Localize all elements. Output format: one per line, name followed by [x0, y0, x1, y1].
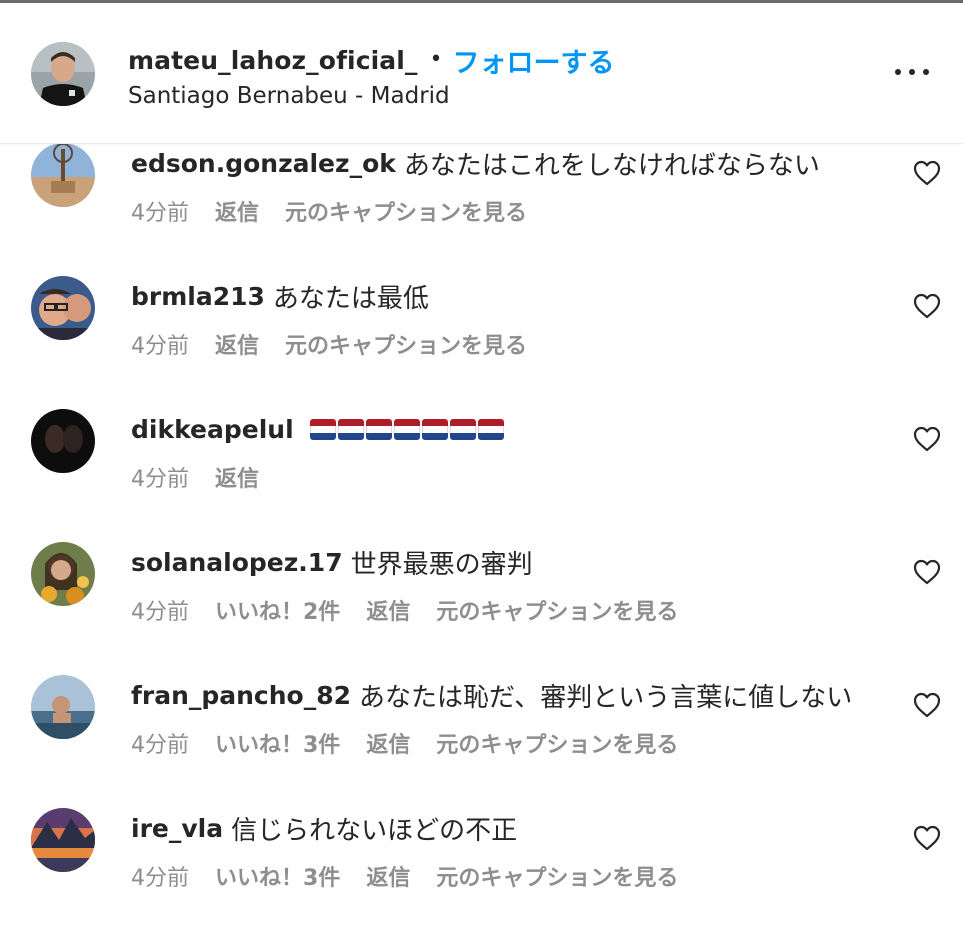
- netherlands-flag-icon: [393, 418, 420, 440]
- reply-button[interactable]: 返信: [215, 461, 259, 493]
- comment-time[interactable]: 4分前: [131, 594, 189, 626]
- comment-text: dikkeapelul: [131, 411, 504, 447]
- avatar[interactable]: [31, 143, 95, 207]
- avatar[interactable]: [31, 542, 95, 606]
- comment-body: あなたはこれをしなければならない: [403, 150, 820, 181]
- reply-button[interactable]: 返信: [366, 594, 410, 626]
- reply-button[interactable]: 返信: [215, 195, 259, 227]
- comment-text: solanalopez.17 世界最悪の審判: [131, 544, 533, 580]
- comment-text: ire_vla 信じられないほどの不正: [131, 810, 517, 846]
- post-header: mateu_lahoz_oficial_ • フォローする Santiago B…: [0, 3, 963, 144]
- avatar[interactable]: [31, 409, 95, 473]
- see-original-caption-button[interactable]: 元のキャプションを見る: [436, 860, 678, 892]
- comment-time[interactable]: 4分前: [131, 328, 189, 360]
- see-original-caption-button[interactable]: 元のキャプションを見る: [436, 727, 678, 759]
- profile-avatar[interactable]: [31, 42, 95, 106]
- netherlands-flag-emojis: [309, 418, 504, 440]
- netherlands-flag-icon: [421, 418, 448, 440]
- separator-dot: •: [429, 47, 443, 72]
- likes-count-button[interactable]: いいね！3件: [215, 860, 340, 892]
- reply-button[interactable]: 返信: [366, 727, 410, 759]
- comment-body: 世界最悪の審判: [350, 549, 533, 580]
- comment-meta: 4分前 返信 元のキャプションを見る: [131, 196, 553, 226]
- likes-count-button[interactable]: いいね！3件: [215, 727, 340, 759]
- comment-time[interactable]: 4分前: [131, 461, 189, 493]
- comment-meta: 4分前 いいね！3件 返信 元のキャプションを見る: [131, 861, 704, 891]
- comment-item: ire_vla 信じられないほどの不正 4分前 いいね！3件 返信 元のキャプシ…: [0, 808, 963, 930]
- netherlands-flag-icon: [365, 418, 392, 440]
- comment-username[interactable]: fran_pancho_82: [131, 681, 351, 710]
- comment-meta: 4分前 返信: [131, 462, 285, 492]
- comment-username[interactable]: edson.gonzalez_ok: [131, 149, 396, 178]
- comment-body: あなたは最低: [272, 283, 429, 314]
- comment-item: dikkeapelul 4分前 返信: [0, 409, 963, 542]
- comment-username[interactable]: solanalopez.17: [131, 548, 343, 577]
- comment-text: fran_pancho_82 あなたは恥だ、審判という言葉に値しない: [131, 677, 852, 713]
- avatar[interactable]: [31, 808, 95, 872]
- heart-icon[interactable]: [913, 825, 941, 851]
- comment-time[interactable]: 4分前: [131, 860, 189, 892]
- reply-button[interactable]: 返信: [215, 328, 259, 360]
- comment-meta: 4分前 いいね！2件 返信 元のキャプションを見る: [131, 595, 704, 625]
- comment-item: edson.gonzalez_ok あなたはこれをしなければならない 4分前 返…: [0, 143, 963, 276]
- reply-button[interactable]: 返信: [366, 860, 410, 892]
- comment-time[interactable]: 4分前: [131, 195, 189, 227]
- comment-meta: 4分前 いいね！3件 返信 元のキャプションを見る: [131, 728, 704, 758]
- post-location[interactable]: Santiago Bernabeu - Madrid: [128, 83, 450, 109]
- comment-meta: 4分前 返信 元のキャプションを見る: [131, 329, 553, 359]
- comment-username[interactable]: dikkeapelul: [131, 415, 294, 444]
- see-original-caption-button[interactable]: 元のキャプションを見る: [436, 594, 678, 626]
- comment-body: あなたは恥だ、審判という言葉に値しない: [359, 682, 853, 713]
- netherlands-flag-icon: [449, 418, 476, 440]
- comment-time[interactable]: 4分前: [131, 727, 189, 759]
- comment-text: edson.gonzalez_ok あなたはこれをしなければならない: [131, 145, 820, 181]
- follow-button[interactable]: フォローする: [453, 41, 615, 80]
- netherlands-flag-icon: [477, 418, 504, 440]
- heart-icon[interactable]: [913, 426, 941, 452]
- header-username[interactable]: mateu_lahoz_oficial_: [128, 46, 418, 75]
- comment-item: solanalopez.17 世界最悪の審判 4分前 いいね！2件 返信 元のキ…: [0, 542, 963, 675]
- comment-item: brmla213 あなたは最低 4分前 返信 元のキャプションを見る: [0, 276, 963, 409]
- heart-icon[interactable]: [913, 293, 941, 319]
- likes-count-button[interactable]: いいね！2件: [215, 594, 340, 626]
- comment-item: fran_pancho_82 あなたは恥だ、審判という言葉に値しない 4分前 い…: [0, 675, 963, 808]
- heart-icon[interactable]: [913, 559, 941, 585]
- comment-username[interactable]: brmla213: [131, 282, 265, 311]
- comment-text: brmla213 あなたは最低: [131, 278, 429, 314]
- comment-username[interactable]: ire_vla: [131, 814, 223, 843]
- comment-body: 信じられないほどの不正: [231, 815, 518, 846]
- avatar[interactable]: [31, 276, 95, 340]
- more-options-icon[interactable]: [892, 60, 932, 84]
- heart-icon[interactable]: [913, 160, 941, 186]
- header-user-line: mateu_lahoz_oficial_ • フォローする: [128, 40, 615, 80]
- avatar[interactable]: [31, 675, 95, 739]
- netherlands-flag-icon: [337, 418, 364, 440]
- netherlands-flag-icon: [309, 418, 336, 440]
- see-original-caption-button[interactable]: 元のキャプションを見る: [285, 195, 527, 227]
- heart-icon[interactable]: [913, 692, 941, 718]
- see-original-caption-button[interactable]: 元のキャプションを見る: [285, 328, 527, 360]
